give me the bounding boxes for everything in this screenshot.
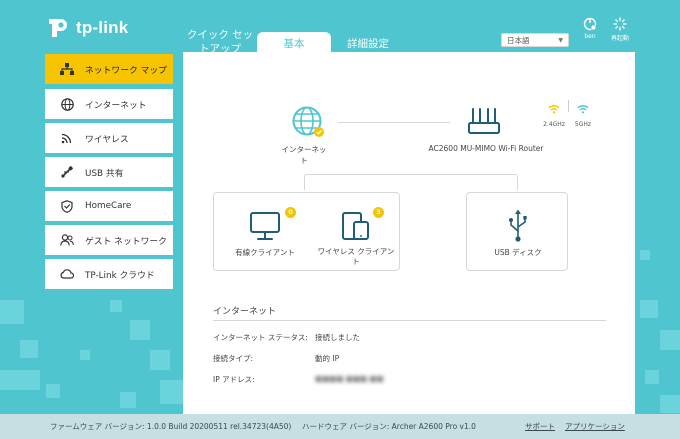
internet-status-value: 接続しました [315, 333, 360, 342]
cloud-icon [59, 267, 75, 281]
sidebar-item-wireless[interactable]: ワイヤレス [45, 123, 173, 153]
ip-address-value: ■■■■.■■■.■■ [315, 374, 384, 383]
sidebar-item-network-map[interactable]: ネットワーク マップ [45, 54, 173, 84]
wireless-clients-count-badge: 3 [373, 207, 384, 218]
divider [213, 320, 606, 321]
footer: ファームウェア バージョン: 1.0.0 Build 20200511 rel.… [0, 414, 680, 439]
sidebar-item-label: ワイヤレス [85, 134, 129, 145]
background-decoration [150, 350, 170, 370]
wired-clients-button[interactable]: 0 [249, 207, 296, 245]
background-decoration [640, 250, 650, 260]
logout-button[interactable]: ben [578, 17, 602, 40]
background-decoration [660, 330, 680, 350]
background-decoration [640, 300, 658, 318]
language-select-value: 日本語 [507, 35, 530, 45]
sidebar-item-guest-network[interactable]: ゲスト ネットワーク [45, 225, 173, 255]
internet-node[interactable] [290, 105, 326, 145]
guest-icon [59, 233, 75, 247]
sidebar-item-tp-link-cloud[interactable]: TP-Link クラウド [45, 259, 173, 289]
ip-address-label: IP アドレス: [213, 375, 255, 384]
background-decoration [110, 300, 122, 312]
router-icon [468, 108, 500, 134]
internet-section-title: インターネット [213, 307, 277, 317]
reboot-button[interactable]: 再起動 [608, 17, 632, 42]
sidebar-item-label: TP-Link クラウド [85, 270, 155, 281]
chevron-down-icon: ▼ [558, 36, 563, 44]
sidebar-item-label: ネットワーク マップ [85, 65, 167, 76]
usb-icon [509, 209, 527, 242]
band-2-4ghz-label: 2.4GHz [543, 121, 565, 128]
hardware-version: ハードウェア バージョン: Archer A2600 Pro v1.0 [302, 422, 476, 431]
router-model-label: AC2600 MU-MIMO Wi-Fi Router [428, 144, 544, 153]
wireless-clients-button[interactable]: 3 [341, 207, 384, 245]
support-link[interactable]: サポート [525, 421, 555, 432]
network-map-icon [59, 62, 75, 76]
background-decoration [120, 392, 136, 408]
brand-logo: tp-link [46, 16, 128, 40]
tp-link-logo-icon [46, 16, 70, 40]
wired-clients-count-badge: 0 [285, 207, 296, 218]
connection-type-value: 動的 IP [315, 354, 340, 363]
sidebar-item-homecare[interactable]: HomeCare [45, 191, 173, 221]
sidebar-item-label: USB 共有 [85, 168, 124, 179]
internet-status-label: インターネット ステータス: [213, 333, 308, 342]
background-decoration [130, 320, 150, 340]
wireless-clients-label: ワイヤレス クライアント [317, 247, 395, 266]
globe-icon [59, 97, 75, 111]
mobile-devices-icon [342, 212, 369, 240]
band-divider [568, 100, 569, 112]
logout-label: ben [584, 33, 596, 40]
usb-disk-card[interactable]: USB ディスク [466, 192, 568, 271]
wired-clients-label: 有線クライアント [235, 248, 295, 257]
firmware-version: ファームウェア バージョン: 1.0.0 Build 20200511 rel.… [50, 422, 292, 431]
sidebar-item-label: インターネット [85, 100, 147, 111]
connector-line [338, 122, 450, 123]
background-decoration [80, 350, 90, 360]
usb-disk-label: USB ディスク [494, 248, 542, 257]
sidebar-item-label: ゲスト ネットワーク [85, 236, 167, 247]
logout-icon [583, 17, 597, 31]
band-5ghz-indicator[interactable]: 5GHz [570, 99, 596, 128]
shield-icon [59, 199, 75, 213]
background-decoration [660, 395, 680, 413]
band-5ghz-label: 5GHz [574, 121, 592, 128]
wifi-icon [59, 131, 75, 145]
reboot-icon [613, 17, 627, 31]
clients-card: 0 有線クライアント 3 ワイヤレス クライアント [213, 192, 400, 271]
router-node[interactable] [467, 107, 501, 141]
wifi-icon [577, 105, 589, 114]
globe-icon [292, 106, 324, 137]
background-decoration [645, 370, 659, 384]
connector-line [304, 174, 518, 190]
language-select[interactable]: 日本語 ▼ [501, 33, 569, 47]
sidebar-item-usb-sharing[interactable]: USB 共有 [45, 157, 173, 187]
background-decoration [0, 370, 40, 390]
internet-label: インターネット [281, 145, 327, 165]
background-decoration [20, 340, 38, 358]
background-decoration [160, 380, 184, 404]
monitor-icon [250, 212, 280, 240]
background-decoration [0, 300, 24, 324]
app-link[interactable]: アプリケーション [565, 421, 625, 432]
connection-type-label: 接続タイプ: [213, 354, 254, 363]
brand-logo-text: tp-link [76, 18, 129, 37]
sidebar: ネットワーク マップ インターネット ワイヤレス USB 共有 HomeCare… [45, 54, 173, 293]
sidebar-item-label: HomeCare [85, 201, 132, 211]
sidebar-item-internet[interactable]: インターネット [45, 89, 173, 119]
band-2-4ghz-indicator[interactable]: 2.4GHz [540, 99, 568, 128]
reboot-label: 再起動 [610, 35, 629, 42]
main-panel: インターネット AC2600 MU-MIMO Wi-Fi Router 2.4G… [183, 52, 635, 422]
wifi-icon [548, 105, 560, 114]
usb-icon [59, 165, 75, 179]
background-decoration [46, 384, 60, 398]
